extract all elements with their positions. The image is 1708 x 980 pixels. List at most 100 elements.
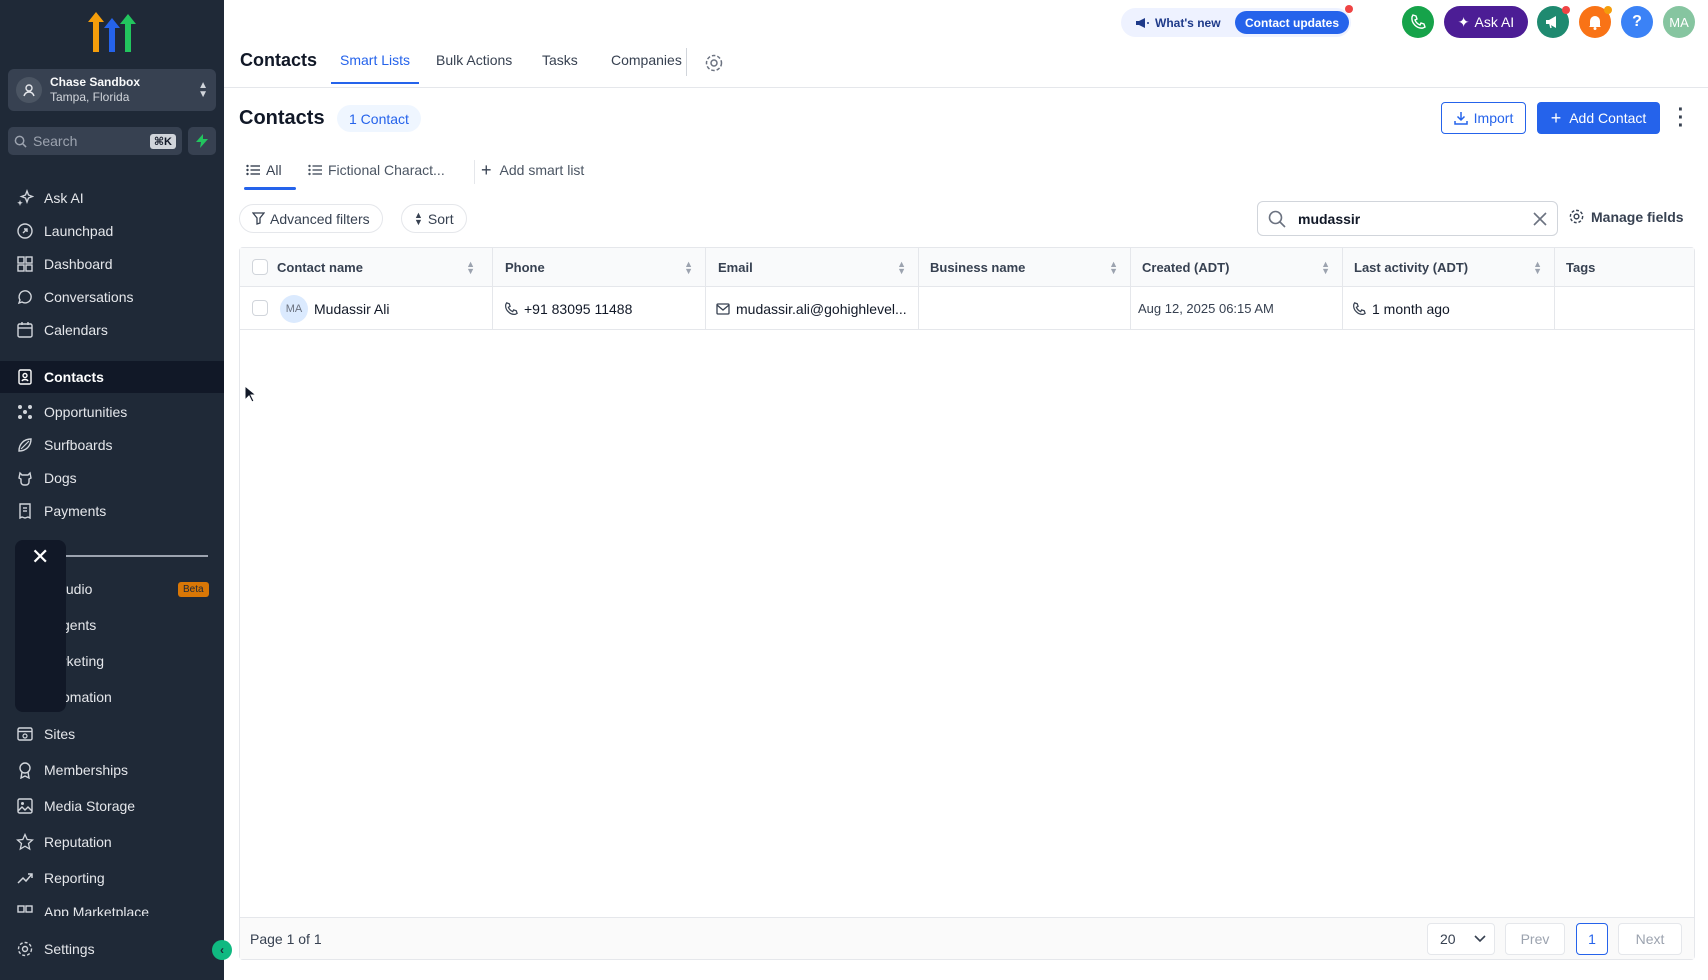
quick-action-button[interactable] [188, 127, 216, 155]
phone-cell[interactable]: +91 83095 11488 [504, 287, 632, 330]
mouse-cursor-icon [244, 385, 256, 403]
plus-icon: + [1550, 108, 1562, 128]
sort-icon[interactable]: ▲ ▼ [1109, 259, 1118, 275]
sidebar-item-dogs[interactable]: Dogs [0, 462, 224, 494]
calendar-icon [17, 322, 33, 338]
prev-label: Prev [1520, 931, 1550, 947]
column-header-created[interactable]: Created (ADT) ▲ ▼ [1142, 248, 1342, 287]
megaphone-icon [1136, 17, 1149, 28]
sort-icon[interactable]: ▲ ▼ [1321, 259, 1330, 275]
sidebar-item-dashboard[interactable]: Dashboard [0, 248, 224, 280]
add-contact-button[interactable]: + Add Contact [1537, 102, 1660, 134]
smart-list-tab-fictional[interactable]: Fictional Charact... [308, 162, 445, 178]
advanced-filters-button[interactable]: Advanced filters [239, 204, 383, 233]
close-icon[interactable]: ✕ [31, 544, 49, 570]
contact-updates-button[interactable]: Contact updates [1235, 11, 1350, 34]
column-header-last-activity[interactable]: Last activity (ADT) ▲ ▼ [1354, 248, 1554, 287]
smart-list-tab-all[interactable]: All [246, 162, 282, 178]
sidebar-item-reputation[interactable]: Reputation [0, 826, 224, 858]
contact-name-cell[interactable]: MA Mudassir Ali [280, 287, 389, 330]
sort-icon[interactable]: ▲ ▼ [466, 259, 475, 275]
sidebar-item-surfboards[interactable]: Surfboards [0, 429, 224, 461]
sidebar-item-sites[interactable]: Sites [0, 718, 224, 750]
search-icon [1268, 210, 1286, 228]
sidebar-item-opportunities[interactable]: Opportunities [0, 396, 224, 428]
bolt-icon [196, 134, 208, 148]
manage-fields-button[interactable]: Manage fields [1568, 208, 1684, 225]
sidebar-item-launchpad[interactable]: Launchpad [0, 215, 224, 247]
clear-icon[interactable] [1533, 211, 1547, 226]
more-options-icon[interactable]: · · · [1676, 100, 1686, 136]
column-header-tags[interactable]: Tags [1566, 248, 1686, 287]
sidebar-search[interactable]: Search ⌘K [8, 127, 182, 155]
import-button[interactable]: Import [1441, 102, 1526, 134]
prev-page-button[interactable]: Prev [1505, 923, 1565, 955]
sort-icon[interactable]: ▲ ▼ [684, 259, 693, 275]
ask-ai-button[interactable]: ✦ Ask AI [1444, 6, 1528, 38]
row-checkbox[interactable] [252, 300, 268, 316]
tab-tasks[interactable]: Tasks [542, 52, 578, 68]
contact-last-activity: 1 month ago [1372, 300, 1450, 317]
tab-smart-lists[interactable]: Smart Lists [340, 52, 410, 68]
tab-companies[interactable]: Companies [611, 52, 682, 68]
account-switcher[interactable]: Chase Sandbox Tampa, Florida ▲ ▼ [8, 69, 216, 111]
sparkle-icon: ✦ [1457, 13, 1470, 30]
contacts-table: Contact name ▲ ▼ Phone ▲ ▼ Email ▲ ▼ Busine… [239, 247, 1695, 960]
phone-button[interactable] [1402, 6, 1434, 38]
sort-button[interactable]: ▲ ▼ Sort [401, 204, 467, 233]
page-1-button[interactable]: 1 [1576, 923, 1608, 955]
sort-icon[interactable]: ▲ ▼ [1533, 259, 1542, 275]
column-label: Business name [930, 260, 1026, 275]
sidebar-item-memberships[interactable]: Memberships [0, 754, 224, 786]
sidebar-item-media-storage[interactable]: Media Storage [0, 790, 224, 822]
column-header-contact-name[interactable]: Contact name ▲ ▼ [277, 248, 487, 287]
column-header-business-name[interactable]: Business name ▲ ▼ [930, 248, 1130, 287]
sidebar-item-label: Sites [44, 726, 76, 742]
filter-icon [252, 212, 265, 225]
sidebar-item-payments[interactable]: Payments [0, 495, 224, 527]
app-logo[interactable] [88, 12, 136, 54]
add-contact-label: Add Contact [1569, 110, 1647, 126]
sparkle-icon [17, 189, 34, 206]
table-row[interactable]: MA Mudassir Ali +91 83095 11488 mudassir… [240, 287, 1694, 330]
sidebar-item-label: App Marketplace [44, 904, 150, 916]
email-cell[interactable]: mudassir.ali@gohighlevel... [716, 287, 916, 330]
search-value: mudassir [1298, 210, 1361, 227]
sidebar-item-calendars[interactable]: Calendars [0, 314, 224, 346]
add-smart-list-button[interactable]: + Add smart list [481, 161, 585, 179]
settings-gear-icon[interactable] [704, 53, 724, 73]
sidebar-item-ask-ai[interactable]: Ask AI [0, 182, 224, 214]
collapse-sidebar-button[interactable]: ‹ [212, 940, 232, 960]
column-label: Contact name [277, 260, 363, 275]
smart-list-active-indicator [244, 187, 296, 190]
contact-search-input[interactable]: mudassir [1257, 201, 1558, 236]
user-avatar[interactable]: MA [1663, 6, 1695, 38]
sort-label: Sort [427, 210, 454, 227]
help-icon: ? [1632, 13, 1642, 30]
beta-badge: Beta [178, 582, 209, 597]
sidebar-item-label: Memberships [44, 762, 129, 778]
notification-dot [1562, 6, 1570, 14]
add-smart-list-label: Add smart list [499, 162, 585, 178]
column-label: Tags [1566, 260, 1596, 275]
sidebar-item-contacts[interactable]: Contacts [0, 361, 224, 393]
sidebar-search-placeholder: Search [33, 133, 78, 149]
sidebar-item-app-marketplace[interactable]: App Marketplace [0, 898, 224, 916]
sidebar-item-conversations[interactable]: Conversations [0, 281, 224, 313]
sidebar-item-reporting[interactable]: Reporting [0, 862, 224, 894]
whats-new-banner[interactable]: What's new Contact updates [1121, 8, 1351, 37]
tab-bulk-actions[interactable]: Bulk Actions [436, 52, 512, 68]
receipt-icon [19, 503, 31, 520]
current-page-label: 1 [1588, 931, 1596, 947]
page-size-select[interactable]: 20 [1427, 923, 1495, 955]
mail-icon [716, 302, 730, 315]
sidebar-item-label: Surfboards [44, 437, 113, 453]
sort-icon[interactable]: ▲ ▼ [897, 259, 906, 275]
column-header-email[interactable]: Email ▲ ▼ [718, 248, 918, 287]
help-button[interactable]: ? [1621, 6, 1653, 38]
select-all-checkbox[interactable] [252, 259, 268, 275]
next-page-button[interactable]: Next [1618, 923, 1682, 955]
sidebar-item-settings[interactable]: Settings [0, 933, 224, 965]
column-header-phone[interactable]: Phone ▲ ▼ [505, 248, 705, 287]
award-icon [19, 762, 31, 779]
